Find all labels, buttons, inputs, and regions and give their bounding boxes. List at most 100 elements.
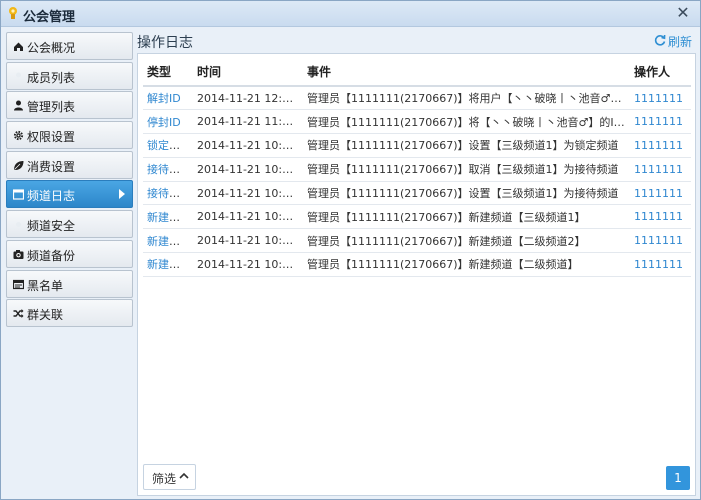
header-type: 类型 <box>143 58 193 87</box>
page-number-button[interactable]: 1 <box>666 466 690 490</box>
table-row: 停封ID 2014-11-21 11:58:34 管理员【1111111(21706… <box>143 109 691 135</box>
operator-link[interactable]: 1111111 <box>634 163 683 176</box>
card-icon <box>13 279 24 289</box>
leaf-icon <box>14 160 24 170</box>
cell-event: 管理员【1111111(2170667)】取消【三级频道1】为接待频道 <box>303 157 630 182</box>
type-link[interactable]: 接待设置 <box>147 163 191 176</box>
sidebar-item-label: 频道安全 <box>27 219 76 234</box>
cell-operator: 1111111 <box>630 252 691 277</box>
sidebar-item-7[interactable]: 频道备份 <box>6 239 133 268</box>
sidebar-item-label: 管理列表 <box>27 100 76 115</box>
sidebar: 公会概况成员列表管理列表权限设置消费设置频道日志频道安全频道备份黑名单群关联 <box>6 32 133 329</box>
operator-link[interactable]: 1111111 <box>634 210 683 223</box>
cell-type: 停封ID <box>143 109 193 135</box>
cell-event: 管理员【1111111(2170667)】新建频道【二级频道2】 <box>303 228 630 254</box>
header-time: 时间 <box>193 58 303 87</box>
type-link[interactable]: 新建频道 <box>147 211 191 224</box>
cell-operator: 1111111 <box>630 157 691 182</box>
page-title: 操作日志 <box>137 35 193 51</box>
members-icon <box>16 72 21 78</box>
sidebar-item-label: 频道日志 <box>27 189 76 204</box>
operator-link[interactable]: 1111111 <box>634 234 683 247</box>
refresh-icon <box>654 34 666 46</box>
operator-link[interactable]: 1111111 <box>634 115 683 128</box>
cell-operator: 1111111 <box>630 109 691 135</box>
sidebar-item-6[interactable]: 频道安全 <box>6 210 133 239</box>
cell-event: 管理员【1111111(2170667)】设置【三级频道1】为锁定频道 <box>303 133 630 158</box>
type-link[interactable]: 锁定设置 <box>147 139 191 152</box>
cell-time: 2014-11-21 10:24:15 <box>193 157 303 182</box>
sidebar-item-label: 消费设置 <box>27 159 76 174</box>
sidebar-item-3[interactable]: 权限设置 <box>6 121 133 150</box>
filter-label: 筛选 <box>152 472 177 486</box>
app-window: 公会管理 ✕ 公会概况成员列表管理列表权限设置消费设置频道日志频道安全频道备份黑… <box>0 0 701 500</box>
sidebar-item-label: 群关联 <box>27 308 64 323</box>
cell-time: 2014-11-21 10:16:14 <box>193 252 303 277</box>
cell-time: 2014-11-21 10:17:30 <box>193 228 303 254</box>
cell-time: 2014-11-21 11:58:34 <box>193 109 303 135</box>
table-row: 新建频道 2014-11-21 10:22:57 管理员【1111111(21706… <box>143 204 691 230</box>
table-row: 新建频道 2014-11-21 10:17:30 管理员【1111111(21706… <box>143 228 691 254</box>
cell-time: 2014-11-21 10:22:57 <box>193 204 303 230</box>
refresh-button[interactable]: 刷新 <box>654 33 692 50</box>
table-row: 解封ID 2014-11-21 12:00:15 管理员【1111111(21706… <box>143 86 691 111</box>
sidebar-item-2[interactable]: 管理列表 <box>6 91 133 120</box>
cell-event: 管理员【1111111(2170667)】新建频道【三级频道1】 <box>303 204 630 230</box>
type-link[interactable]: 新建频道 <box>147 235 191 248</box>
camera-icon <box>13 249 24 259</box>
operator-link[interactable]: 1111111 <box>634 139 683 152</box>
refresh-label: 刷新 <box>667 35 692 49</box>
app-logo-icon <box>9 7 17 19</box>
operator-link[interactable]: 1111111 <box>634 92 683 105</box>
title-bar[interactable]: 公会管理 ✕ <box>1 1 700 27</box>
sidebar-item-5[interactable]: 频道日志 <box>6 180 133 209</box>
cell-type: 新建频道 <box>143 204 193 230</box>
type-link[interactable]: 停封ID <box>147 116 181 129</box>
log-panel: 类型 时间 事件 操作人 解封ID 2014-11-21 12:00:15 管理员【… <box>137 53 696 496</box>
cell-type: 接待设置 <box>143 157 193 182</box>
cell-operator: 1111111 <box>630 228 691 254</box>
type-link[interactable]: 接待设置 <box>147 187 191 200</box>
window-title: 公会管理 <box>23 10 76 25</box>
cell-event: 管理员【1111111(2170667)】设置【三级频道1】为接待频道 <box>303 181 630 206</box>
close-button[interactable]: ✕ <box>674 4 692 22</box>
cell-operator: 1111111 <box>630 133 691 158</box>
sidebar-item-1[interactable]: 成员列表 <box>6 61 133 90</box>
header-event: 事件 <box>303 58 630 87</box>
cell-type: 新建频道 <box>143 228 193 254</box>
table-row: 接待设置 2014-11-21 10:23:57 管理员【1111111(21706… <box>143 181 691 206</box>
sidebar-item-0[interactable]: 公会概况 <box>6 32 133 60</box>
main-panel: 操作日志 刷新 类型 时间 事件 操作人 解封ID 2014-11-21 12:… <box>137 29 696 496</box>
cell-time: 2014-11-21 10:25:05 <box>193 133 303 158</box>
close-icon: ✕ <box>676 3 690 22</box>
chevron-right-icon <box>119 189 125 200</box>
cell-time: 2014-11-21 12:00:15 <box>193 86 303 111</box>
list-icon <box>13 189 24 201</box>
cell-event: 管理员【1111111(2170667)】新建频道【二级频道】 <box>303 252 630 277</box>
sidebar-item-4[interactable]: 消费设置 <box>6 150 133 179</box>
cell-operator: 1111111 <box>630 204 691 230</box>
table-header-row: 类型 时间 事件 操作人 <box>143 58 691 87</box>
filter-button[interactable]: 筛选 <box>143 464 196 490</box>
operator-link[interactable]: 1111111 <box>634 258 683 271</box>
sidebar-item-label: 成员列表 <box>27 70 76 85</box>
type-link[interactable]: 解封ID <box>147 92 181 105</box>
shuffle-icon <box>13 309 24 319</box>
cell-time: 2014-11-21 10:23:57 <box>193 181 303 206</box>
header-operator: 操作人 <box>630 58 691 87</box>
type-link[interactable]: 新建频道 <box>147 258 191 271</box>
sidebar-item-8[interactable]: 黑名单 <box>6 269 133 298</box>
user-icon <box>14 100 23 111</box>
cell-type: 新建频道 <box>143 252 193 277</box>
sidebar-item-9[interactable]: 群关联 <box>6 299 133 328</box>
table-row: 新建频道 2014-11-21 10:16:14 管理员【1111111(21706… <box>143 252 691 277</box>
operator-link[interactable]: 1111111 <box>634 187 683 200</box>
cell-event: 管理员【1111111(2170667)】将用户【丶丶破晓丨丶池音♂】... <box>303 86 630 111</box>
sidebar-item-label: 黑名单 <box>27 278 64 293</box>
cell-operator: 1111111 <box>630 86 691 111</box>
sidebar-item-label: 频道备份 <box>27 248 76 263</box>
cell-event: 管理员【1111111(2170667)】将【丶丶破晓丨丶池音♂】的ID... <box>303 109 630 135</box>
log-table: 类型 时间 事件 操作人 解封ID 2014-11-21 12:00:15 管理员【… <box>143 58 691 277</box>
shield-icon <box>16 222 21 228</box>
sidebar-item-label: 权限设置 <box>27 130 76 145</box>
